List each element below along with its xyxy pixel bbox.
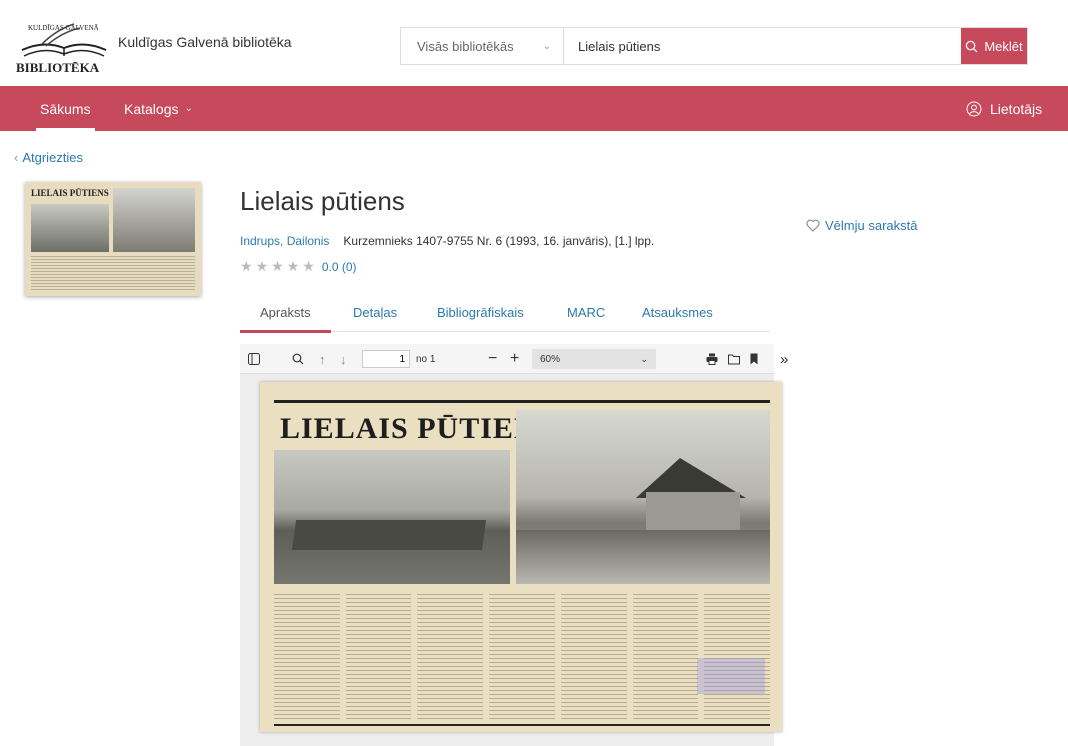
zoom-in-button[interactable]: + [510, 344, 519, 374]
folder-icon [728, 354, 740, 365]
plus-icon: + [510, 350, 520, 367]
nav-user-label: Lietotājs [990, 100, 1043, 117]
star-icon: ★ [255, 258, 269, 274]
sidebar-icon [248, 353, 260, 365]
search-scope-select[interactable]: Visās bibliotēkās ⌄ [401, 28, 564, 64]
newspaper-photo [274, 450, 510, 584]
nav-item-home[interactable]: Sākums [36, 86, 95, 131]
rating[interactable]: ★ ★ ★ ★ ★ 0.0 (0) [240, 258, 357, 275]
newspaper-text-columns [274, 594, 771, 722]
wishlist-button[interactable]: Vēlmju sarakstā [806, 218, 917, 233]
page-top-rule [274, 400, 770, 403]
library-name[interactable]: Kuldīgas Galvenā bibliotēka [118, 34, 292, 50]
sidebar-toggle-button[interactable] [248, 344, 260, 374]
back-link[interactable]: ‹ Atgriezties [14, 150, 83, 165]
rating-score[interactable]: 0.0 (0) [322, 260, 357, 274]
pdf-viewer: ↑ ↓ no 1 − + 60% ⌄ » LIELAIS PŪTIENS [240, 344, 788, 746]
star-icon: ★ [302, 258, 315, 274]
find-button[interactable] [292, 344, 304, 374]
search-button[interactable]: Meklēt [961, 28, 1027, 64]
library-logo[interactable]: KULDĪGAS GALVENĀ BIBLIOTĒKA [14, 6, 114, 78]
record-source: Kurzemnieks 1407-9755 Nr. 6 (1993, 16. j… [343, 234, 655, 248]
double-chevron-right-icon: » [780, 350, 789, 368]
star-icon: ★ [240, 258, 253, 274]
logo-top-text: KULDĪGAS GALVENĀ [28, 24, 99, 32]
user-icon [966, 101, 982, 116]
zoom-value: 60% [540, 353, 561, 365]
print-icon [706, 353, 718, 365]
star-icon: ★ [286, 258, 300, 274]
thumbnail-headline: LIELAIS PŪTIENS [31, 188, 109, 198]
tab-reviews[interactable]: Atsauksmes [642, 294, 713, 330]
record-tabs: Apraksts Detaļas Bibliogrāfiskais MARC A… [240, 294, 770, 333]
record-meta: Indrups, Dailonis Kurzemnieks 1407-9755 … [240, 234, 654, 248]
page-number-input[interactable] [362, 350, 410, 368]
page-bottom-rule [274, 724, 770, 726]
main-nav: Sākums Katalogs ⌄ Lietotājs [0, 86, 1068, 131]
text-highlight [697, 658, 765, 694]
search-icon [292, 353, 304, 365]
page-number-field[interactable] [362, 344, 410, 374]
site-header: KULDĪGAS GALVENĀ BIBLIOTĒKA Kuldīgas Gal… [0, 0, 1068, 86]
chevron-down-icon: ⌄ [184, 103, 193, 114]
newspaper-headline: LIELAIS PŪTIENS [280, 412, 555, 445]
zoom-out-button[interactable]: − [488, 344, 497, 374]
nav-catalog-label: Katalogs [124, 100, 179, 117]
author-link[interactable]: Indrups, Dailonis [240, 234, 329, 248]
star-icon: ★ [271, 258, 284, 274]
zoom-select[interactable]: 60% ⌄ [532, 344, 656, 374]
bookmark-button[interactable] [750, 344, 758, 374]
newspaper-page: LIELAIS PŪTIENS [260, 382, 782, 732]
nav-item-catalog[interactable]: Katalogs ⌄ [124, 86, 193, 131]
open-file-button[interactable] [728, 344, 740, 374]
wishlist-label: Vēlmju sarakstā [825, 218, 918, 233]
thumbnail-text [31, 256, 195, 290]
arrow-up-icon: ↑ [319, 351, 326, 367]
tab-description[interactable]: Apraksts [240, 294, 330, 333]
print-button[interactable] [706, 344, 718, 374]
back-link-label: Atgriezties [22, 150, 84, 165]
logo-bottom-text: BIBLIOTĒKA [16, 60, 100, 75]
bookmark-icon [750, 353, 758, 365]
search-icon [966, 40, 978, 52]
chevron-down-icon: ⌄ [542, 40, 551, 52]
viewer-toolbar: ↑ ↓ no 1 − + 60% ⌄ [240, 344, 774, 374]
chevron-down-icon: ⌄ [640, 353, 648, 364]
more-tools-button[interactable]: » [780, 344, 788, 374]
record-thumbnail[interactable]: LIELAIS PŪTIENS [25, 182, 201, 296]
arrow-down-icon: ↓ [340, 351, 347, 367]
search-button-label: Meklēt [984, 38, 1023, 54]
chevron-left-icon: ‹ [14, 150, 19, 165]
tab-bibliographic[interactable]: Bibliogrāfiskais [437, 294, 524, 330]
newspaper-photo [516, 410, 770, 584]
search-input[interactable] [564, 28, 961, 64]
thumbnail-photo [31, 204, 109, 252]
next-page-button[interactable]: ↓ [340, 344, 347, 374]
page-total: no 1 [416, 353, 436, 365]
minus-icon: − [488, 350, 498, 367]
thumbnail-photo [113, 188, 195, 252]
previous-page-button[interactable]: ↑ [319, 344, 326, 374]
search-bar: Visās bibliotēkās ⌄ Meklēt [400, 27, 1028, 65]
tab-details[interactable]: Detaļas [353, 294, 397, 330]
nav-home-label: Sākums [40, 100, 91, 117]
nav-item-user[interactable]: Lietotājs [966, 86, 1042, 131]
heart-icon [806, 219, 820, 232]
record-title: Lielais pūtiens [240, 186, 405, 216]
search-scope-value: Visās bibliotēkās [417, 38, 514, 54]
tab-marc[interactable]: MARC [567, 294, 605, 330]
